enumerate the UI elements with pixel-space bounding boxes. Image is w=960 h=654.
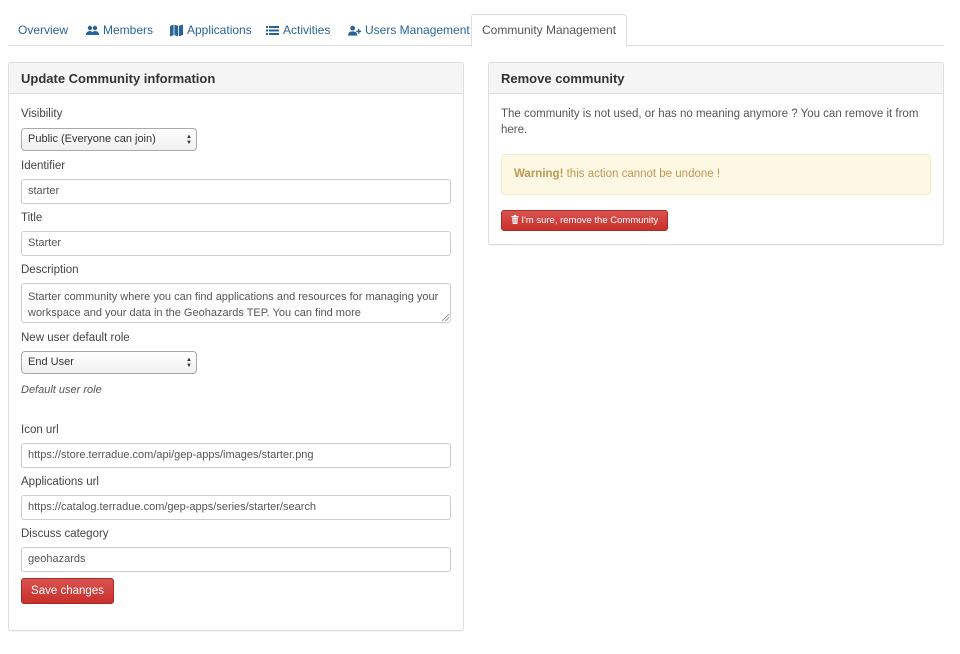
- title-label: Title: [21, 212, 43, 224]
- map-icon: [170, 24, 183, 37]
- description-textarea[interactable]: Starter community where you can find app…: [21, 283, 451, 323]
- warning-text: this action cannot be undone !: [563, 168, 721, 180]
- tab-label: Activities: [283, 23, 331, 37]
- tab-label: Community Management: [482, 23, 617, 37]
- default-role-help: Default user role: [21, 384, 102, 396]
- list-icon: [266, 24, 279, 37]
- default-role-select[interactable]: End User ▲ ▼: [21, 351, 197, 374]
- remove-label: I'm sure, remove the Community: [521, 215, 659, 226]
- tab-bar: Overview Members Applications Activities…: [8, 14, 944, 47]
- tab-label: Applications: [187, 23, 252, 37]
- tab-users-management[interactable]: Users Management: [338, 14, 480, 46]
- tab-label: Users Management: [365, 23, 470, 37]
- description-label: Description: [21, 264, 79, 276]
- discuss-category-input[interactable]: geohazards: [21, 547, 451, 572]
- remove-description: The community is not used, or has no mea…: [501, 108, 919, 136]
- update-community-panel: Update Community information Visibility …: [8, 62, 464, 631]
- panel-title: Update Community information: [9, 63, 463, 94]
- panel-title: Remove community: [489, 63, 943, 94]
- tab-overview[interactable]: Overview: [8, 14, 78, 46]
- visibility-value: Public (Everyone can join): [28, 133, 156, 145]
- warning-strong: Warning!: [514, 168, 564, 180]
- warning-alert: Warning! this action cannot be undone !: [501, 154, 931, 195]
- remove-community-panel: Remove community The community is not us…: [488, 62, 944, 245]
- identifier-input[interactable]: starter: [21, 179, 451, 204]
- discuss-category-label: Discuss category: [21, 528, 109, 540]
- tab-community-management[interactable]: Community Management: [471, 14, 628, 47]
- visibility-select[interactable]: Public (Everyone can join) ▲ ▼: [21, 128, 197, 151]
- user-plus-icon: [348, 24, 361, 37]
- applications-url-input[interactable]: https://catalog.terradue.com/gep-apps/se…: [21, 495, 451, 520]
- save-changes-button[interactable]: Save changes: [21, 578, 114, 604]
- tab-members[interactable]: Members: [76, 14, 163, 46]
- remove-community-button[interactable]: I'm sure, remove the Community: [501, 210, 668, 231]
- default-role-value: End User: [28, 356, 74, 368]
- identifier-label: Identifier: [21, 160, 66, 172]
- icon-url-input[interactable]: https://store.terradue.com/api/gep-apps/…: [21, 443, 451, 468]
- users-icon: [86, 24, 99, 37]
- trash-icon: [511, 212, 519, 231]
- tab-label: Overview: [18, 23, 69, 37]
- default-role-label: New user default role: [21, 332, 130, 344]
- visibility-label: Visibility: [21, 108, 63, 120]
- tab-label: Members: [103, 23, 154, 37]
- tab-activities[interactable]: Activities: [256, 14, 340, 46]
- tab-applications[interactable]: Applications: [160, 14, 262, 46]
- title-input[interactable]: Starter: [21, 231, 451, 256]
- select-arrows-icon: ▲ ▼: [186, 357, 192, 369]
- resize-handle-icon[interactable]: [442, 314, 449, 321]
- description-value: Starter community where you can find app…: [28, 291, 439, 319]
- select-arrows-icon: ▲ ▼: [186, 134, 192, 146]
- applications-url-label: Applications url: [21, 476, 99, 488]
- icon-url-label: Icon url: [21, 424, 59, 436]
